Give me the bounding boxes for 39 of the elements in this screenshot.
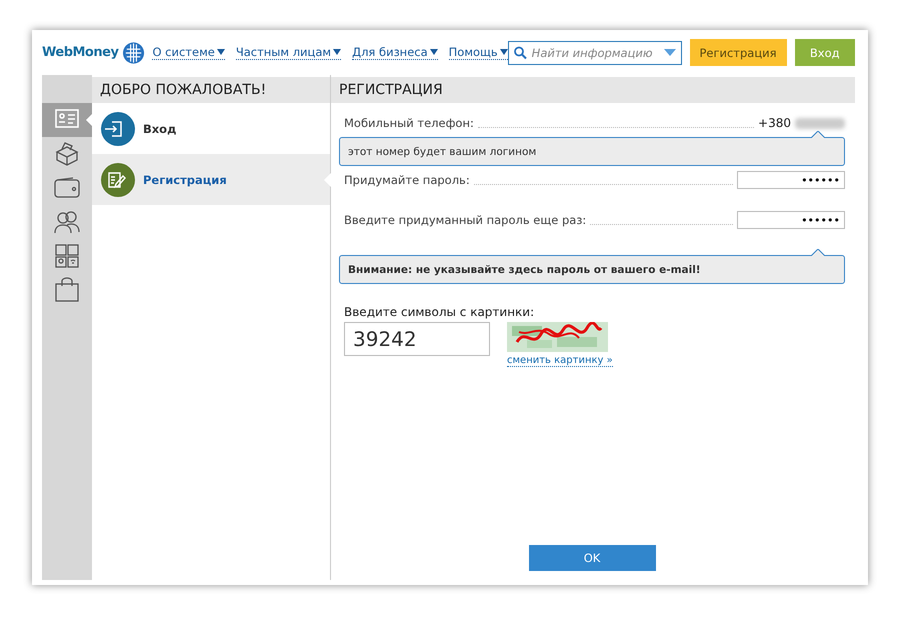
caret-icon xyxy=(500,49,508,55)
captcha-field[interactable]: 39242 xyxy=(344,322,490,356)
nav-link[interactable]: Частным лицам xyxy=(236,45,342,60)
register-button[interactable]: Регистрация xyxy=(690,39,786,66)
logo-text[interactable]: WebMoney xyxy=(42,45,118,60)
section-title: ДОБРО ПОЖАЛОВАТЬ! xyxy=(92,77,330,103)
menu-item[interactable]: Вход xyxy=(92,103,330,154)
box-icon[interactable] xyxy=(54,141,80,167)
bag-icon[interactable] xyxy=(54,277,80,303)
phone-value: +380 xyxy=(758,116,791,130)
search-field[interactable]: Найти информацию xyxy=(508,40,682,64)
warning-tooltip: Внимание: не указывайте здесь пароль от вашего e-mail! xyxy=(339,255,845,284)
login-icon xyxy=(101,112,135,146)
nav-link[interactable]: Для бизнеса xyxy=(352,45,438,60)
section-title: РЕГИСТРАЦИЯ xyxy=(331,77,855,103)
dropdown-icon[interactable] xyxy=(664,48,676,56)
edit-icon xyxy=(101,162,135,196)
menu-item[interactable]: Регистрация xyxy=(92,154,330,205)
field-label: Мобильный телефон: xyxy=(344,116,474,130)
caret-icon xyxy=(333,49,342,55)
caret-icon xyxy=(216,49,225,55)
change-picture-link[interactable]: сменить картинку » xyxy=(507,355,613,367)
field-label: Введите придуманный пароль еще раз: xyxy=(344,213,586,227)
nav-link[interactable]: Помощь xyxy=(448,45,508,60)
wallet-icon[interactable] xyxy=(53,177,81,199)
services-icon[interactable] xyxy=(54,243,80,269)
nav-link[interactable]: О системе xyxy=(152,45,225,60)
password-field[interactable]: •••••• xyxy=(737,171,845,189)
people-icon[interactable] xyxy=(53,209,81,235)
ok-button[interactable]: OK xyxy=(528,545,656,571)
captcha-label: Введите символы с картинки: xyxy=(343,305,536,319)
sidebar-tab[interactable] xyxy=(42,103,92,137)
globe-logo-icon[interactable] xyxy=(122,40,146,64)
password-field[interactable]: •••••• xyxy=(737,211,845,229)
hint-tooltip: этот номер будет вашим логином xyxy=(339,137,845,166)
field-label: Придумайте пароль: xyxy=(344,173,470,187)
caret-icon xyxy=(430,49,438,55)
search-icon xyxy=(514,46,527,59)
blurred-mark xyxy=(795,118,845,128)
